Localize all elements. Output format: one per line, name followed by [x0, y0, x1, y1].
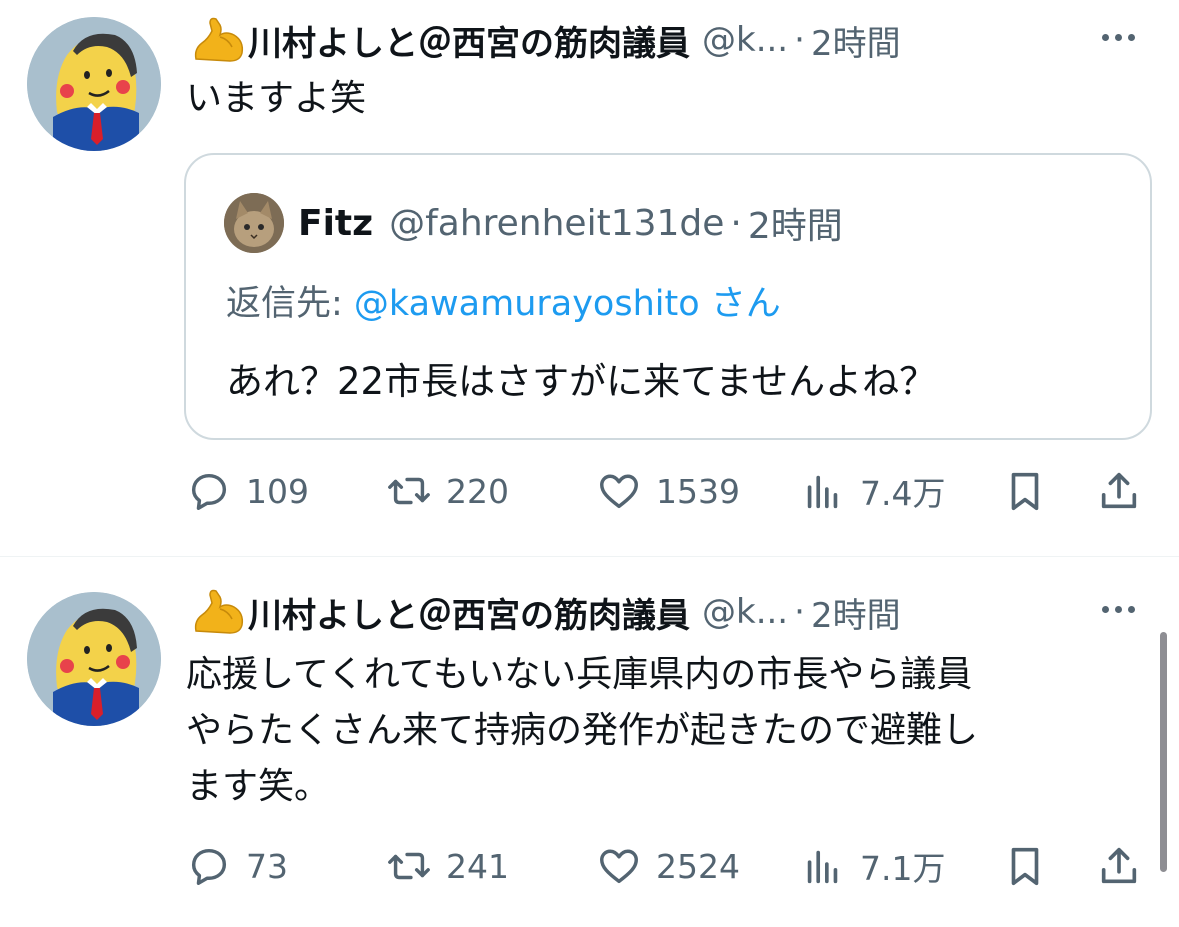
reply-mention-link[interactable]: @kawamurayoshito [354, 284, 700, 324]
retweet-count: 220 [446, 471, 509, 511]
author-avatar[interactable] [27, 592, 161, 726]
retweet-button[interactable]: 241 [386, 841, 509, 891]
author-handle[interactable]: @k... [702, 20, 788, 60]
separator-dot: · [730, 202, 742, 244]
quoted-tweet-time[interactable]: 2時間 [748, 197, 843, 249]
more-options-icon[interactable] [1102, 26, 1150, 46]
scrollbar[interactable] [1160, 632, 1167, 872]
reply-button[interactable]: 109 [186, 466, 309, 516]
views-count: 7.1万 [860, 849, 946, 888]
reply-count: 73 [246, 846, 288, 886]
like-count: 2524 [656, 846, 740, 886]
quoted-tweet-text: あれ？22市長はさすがに来てませんよね？ [226, 360, 937, 403]
separator-dot: · [794, 20, 805, 60]
quoted-author-avatar[interactable] [224, 193, 284, 253]
reply-prefix: 返信先: [226, 284, 354, 324]
flexed-biceps-icon [190, 15, 246, 65]
tweet-text: 応援してくれてもいない兵庫県内の市長やら議員 やらたくさん来て持病の発作が起きた… [186, 647, 978, 815]
reply-icon [191, 848, 227, 885]
retweet-button[interactable]: 220 [386, 466, 509, 516]
tweet-time[interactable]: 2時間 [811, 16, 901, 65]
cat-avatar-image [224, 193, 284, 253]
tweet-2[interactable]: 川村よしと＠西宮の筋肉議員 @k... · 2時間 応援してくれてもいない兵庫県… [0, 556, 1179, 927]
tweet-header: 川村よしと＠西宮の筋肉議員 @k... · 2時間 [190, 584, 1150, 640]
share-button[interactable] [1096, 466, 1142, 516]
tweet-text-line: 応援してくれてもいない兵庫県内の市長やら議員 [186, 654, 973, 695]
tweet-text-line: ます笑。 [186, 766, 331, 807]
mascot-avatar-image [27, 17, 161, 151]
retweet-count: 241 [446, 846, 509, 886]
tweet-1[interactable]: 川村よしと＠西宮の筋肉議員 @k... · 2時間 いますよ笑 Fitz @fa… [0, 0, 1179, 556]
tweet-header: 川村よしと＠西宮の筋肉議員 @k... · 2時間 [190, 12, 1150, 68]
heart-icon [600, 474, 638, 509]
flexed-biceps-icon [190, 587, 246, 637]
reply-suffix: さん [699, 284, 781, 324]
quoted-tweet-header: Fitz @fahrenheit131de · 2時間 [298, 197, 843, 249]
share-button[interactable] [1096, 841, 1142, 891]
mascot-avatar-image [27, 592, 161, 726]
separator-dot: · [794, 592, 805, 632]
like-count: 1539 [656, 471, 740, 511]
quoted-tweet[interactable]: Fitz @fahrenheit131de · 2時間 返信先: @kawamu… [184, 153, 1152, 440]
retweet-icon [388, 477, 430, 505]
tweet-text: いますよ笑 [186, 72, 366, 125]
reply-count: 109 [246, 471, 309, 511]
like-button[interactable]: 2524 [596, 841, 740, 891]
author-name[interactable]: 川村よしと＠西宮の筋肉議員 [248, 588, 690, 637]
share-icon [1101, 472, 1137, 509]
quoted-author-name[interactable]: Fitz [298, 203, 373, 244]
views-button[interactable]: 7.1万 [800, 841, 945, 891]
author-handle[interactable]: @k... [702, 592, 788, 632]
bookmark-button[interactable] [1002, 466, 1048, 516]
views-button[interactable]: 7.4万 [800, 466, 945, 516]
bookmark-button[interactable] [1002, 841, 1048, 891]
retweet-icon [388, 852, 430, 880]
tweet-actions: 73 241 2524 7.1万 [186, 841, 1146, 891]
tweet-time[interactable]: 2時間 [811, 588, 901, 637]
like-button[interactable]: 1539 [596, 466, 740, 516]
views-chart-icon [807, 475, 838, 509]
author-avatar[interactable] [27, 17, 161, 151]
more-options-icon[interactable] [1102, 598, 1150, 618]
bookmark-icon [1011, 847, 1039, 886]
tweet-text-line: いますよ笑 [186, 78, 367, 119]
views-count: 7.4万 [860, 474, 946, 513]
share-icon [1101, 847, 1137, 884]
tweet-text-line: やらたくさん来て持病の発作が起きたので避難し [186, 710, 979, 751]
tweet-actions: 109 220 1539 7.4万 [186, 466, 1146, 516]
heart-icon [600, 849, 638, 884]
author-name[interactable]: 川村よしと＠西宮の筋肉議員 [248, 16, 690, 65]
reply-to-line: 返信先: @kawamurayoshito さん [226, 275, 781, 326]
reply-button[interactable]: 73 [186, 841, 288, 891]
bookmark-icon [1011, 472, 1039, 511]
quoted-author-handle[interactable]: @fahrenheit131de [389, 203, 724, 244]
views-chart-icon [807, 850, 838, 884]
reply-icon [191, 473, 227, 510]
